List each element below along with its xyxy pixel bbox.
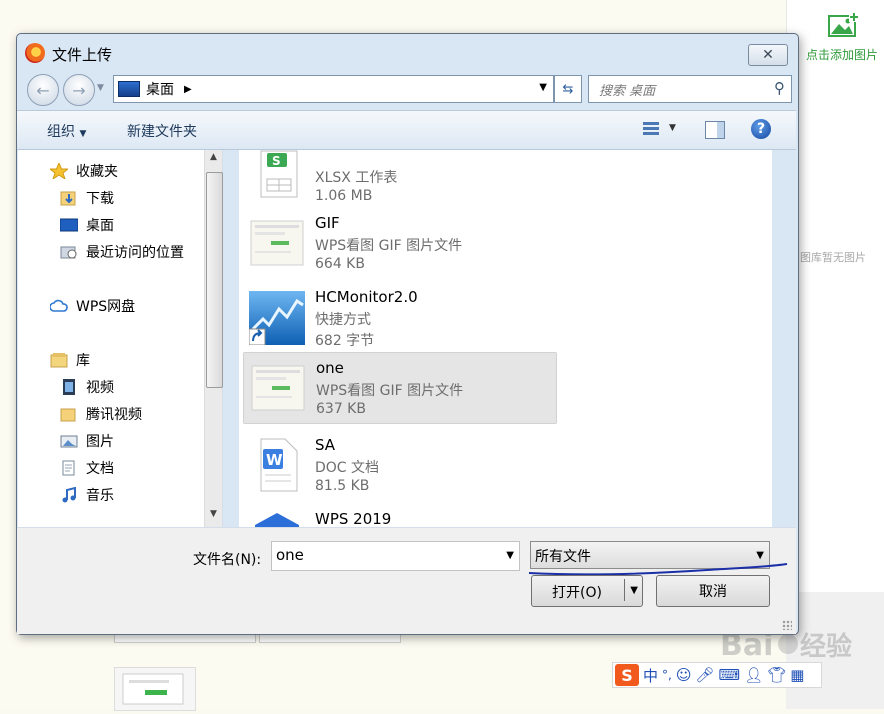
address-location[interactable]: 桌面: [146, 79, 174, 99]
nav-wps-cloud[interactable]: WPS网盘: [49, 296, 135, 316]
file-item[interactable]: W SA DOC 文档 81.5 KB: [243, 430, 555, 500]
close-button[interactable]: ✕: [748, 44, 788, 66]
toolbox-icon[interactable]: ▦: [790, 666, 804, 684]
sogou-logo: S: [615, 664, 639, 686]
search-icon[interactable]: ⚲: [774, 79, 785, 97]
nav-downloads[interactable]: 下载: [60, 188, 114, 208]
background-thumbnail: [114, 667, 196, 711]
preview-pane-icon[interactable]: [705, 121, 725, 139]
nav-desktop[interactable]: 桌面: [59, 215, 114, 235]
ime-mode[interactable]: 中: [643, 665, 658, 686]
history-dropdown-icon[interactable]: ▼: [97, 83, 104, 93]
doc-icon: W: [249, 437, 305, 493]
arrow-left-icon: ←: [36, 80, 50, 100]
address-dropdown-icon[interactable]: ▼: [539, 82, 547, 93]
video-icon: [60, 379, 78, 395]
filetype-dropdown-icon[interactable]: ▼: [756, 550, 764, 561]
nav-scrollbar[interactable]: ▲ ▼: [204, 150, 223, 527]
nav-documents[interactable]: 文档: [60, 458, 114, 478]
navigation-row: ← → ▼ 桌面 ▶ ▼ ⇆ 搜索 桌面 ⚲: [17, 72, 796, 106]
file-item[interactable]: S XLSX 工作表 1.06 MB: [243, 150, 555, 210]
folder-icon: [60, 406, 78, 422]
empty-library-text: 图库暂无图片: [800, 251, 866, 264]
view-dropdown-icon[interactable]: ▼: [669, 123, 676, 133]
punctuation-icon[interactable]: °,: [662, 668, 672, 682]
dialog-title: 文件上传: [52, 46, 113, 64]
documents-icon: [60, 460, 78, 476]
nav-recent-places[interactable]: 最近访问的位置: [60, 242, 184, 262]
nav-tencent-video[interactable]: 腾讯视频: [60, 404, 142, 424]
nav-pictures[interactable]: 图片: [60, 431, 114, 451]
folder-download-icon: [60, 190, 78, 206]
ime-toolbar[interactable]: S 中 °, ☺ 🎤︎ ⌨ 👤︎ 👕︎ ▦: [612, 662, 822, 688]
skin-icon[interactable]: 👕︎: [767, 666, 786, 684]
nav-music[interactable]: 音乐: [60, 485, 114, 505]
pictures-icon: [60, 433, 78, 449]
nav-favorites[interactable]: 收藏夹: [48, 161, 118, 181]
close-icon: ✕: [762, 47, 774, 63]
desktop-icon: [59, 217, 79, 233]
add-image-label: 点击添加图片: [806, 48, 879, 62]
breadcrumb-arrow-icon[interactable]: ▶: [184, 84, 192, 95]
address-bar[interactable]: 桌面 ▶ ▼: [113, 75, 554, 103]
dialog-titlebar[interactable]: 文件上传 ✕: [17, 34, 796, 70]
hcmonitor-shortcut-icon: [248, 289, 305, 346]
firefox-icon: [25, 43, 45, 63]
file-upload-dialog: 文件上传 ✕ ← → ▼ 桌面 ▶ ▼ ⇆ 搜索 桌面 ⚲ 组织 ▼ 新建文件夹…: [16, 33, 799, 635]
refresh-icon: ⇆: [562, 81, 574, 97]
help-icon[interactable]: ?: [751, 119, 771, 139]
filename-value[interactable]: one: [276, 546, 304, 564]
star-icon: [48, 161, 70, 181]
file-item[interactable]: WPS 2019: [243, 504, 555, 527]
emoji-icon[interactable]: ☺: [676, 666, 692, 684]
nav-videos[interactable]: 视频: [60, 377, 114, 397]
library-icon: [50, 352, 68, 368]
file-item[interactable]: HCMonitor2.0 快捷方式 682 字节: [243, 282, 555, 352]
view-options-icon[interactable]: [637, 120, 659, 138]
keyboard-icon[interactable]: ⌨: [719, 666, 741, 684]
svg-text:经验: 经验: [800, 631, 852, 662]
desktop-icon: [118, 81, 140, 97]
search-box[interactable]: 搜索 桌面 ⚲: [588, 75, 792, 103]
user-icon[interactable]: 👤︎: [744, 666, 763, 684]
filename-dropdown-icon[interactable]: ▼: [506, 550, 514, 561]
navigation-pane: 收藏夹 下载 桌面 最近访问的位置 WPS网盘 库 视频 腾讯视频 图片 文档 …: [18, 150, 223, 527]
filename-input[interactable]: one ▼: [271, 541, 520, 571]
nav-library[interactable]: 库: [50, 350, 90, 370]
svg-text:W: W: [266, 451, 283, 469]
forward-button[interactable]: →: [63, 74, 95, 106]
open-dropdown-icon[interactable]: ▼: [630, 585, 638, 596]
wps-app-icon: [249, 511, 305, 527]
refresh-button[interactable]: ⇆: [554, 75, 582, 103]
dialog-bottom-bar: 文件名(N): one ▼ 所有文件 ▼ 打开(O) ▼ 取消: [17, 527, 796, 634]
scroll-down-icon[interactable]: ▼: [205, 509, 222, 525]
cloud-icon: [49, 298, 68, 314]
image-panel: [786, 0, 884, 592]
command-toolbar: 组织 ▼ 新建文件夹 ▼ ?: [17, 110, 796, 150]
file-list: S XLSX 工作表 1.06 MB GIF WPS看图 GIF 图片文件 66…: [239, 150, 772, 527]
search-placeholder: 搜索 桌面: [599, 84, 656, 99]
xlsx-icon: S: [249, 150, 305, 203]
scroll-up-icon[interactable]: ▲: [205, 152, 222, 168]
resize-grip-icon[interactable]: [782, 620, 792, 630]
new-folder-button[interactable]: 新建文件夹: [127, 121, 197, 141]
microphone-icon[interactable]: 🎤︎: [695, 666, 714, 684]
file-item-selected[interactable]: one WPS看图 GIF 图片文件 637 KB: [243, 352, 557, 424]
filename-label: 文件名(N):: [193, 552, 262, 568]
file-item[interactable]: GIF WPS看图 GIF 图片文件 664 KB: [243, 208, 555, 278]
nav-scroll-thumb[interactable]: [206, 172, 223, 388]
cancel-button[interactable]: 取消: [656, 575, 770, 607]
gif-thumbnail-icon: [250, 360, 306, 416]
back-button[interactable]: ←: [27, 74, 59, 106]
svg-text:S: S: [272, 154, 281, 168]
open-button[interactable]: 打开(O) ▼: [531, 575, 643, 607]
arrow-right-icon: →: [72, 80, 86, 100]
recent-places-icon: [60, 244, 78, 260]
gif-thumbnail-icon: [249, 215, 305, 271]
add-image-button[interactable]: 点击添加图片: [806, 12, 878, 63]
music-icon: [60, 486, 78, 503]
organize-menu[interactable]: 组织 ▼: [47, 121, 86, 141]
add-image-icon: [825, 12, 859, 42]
